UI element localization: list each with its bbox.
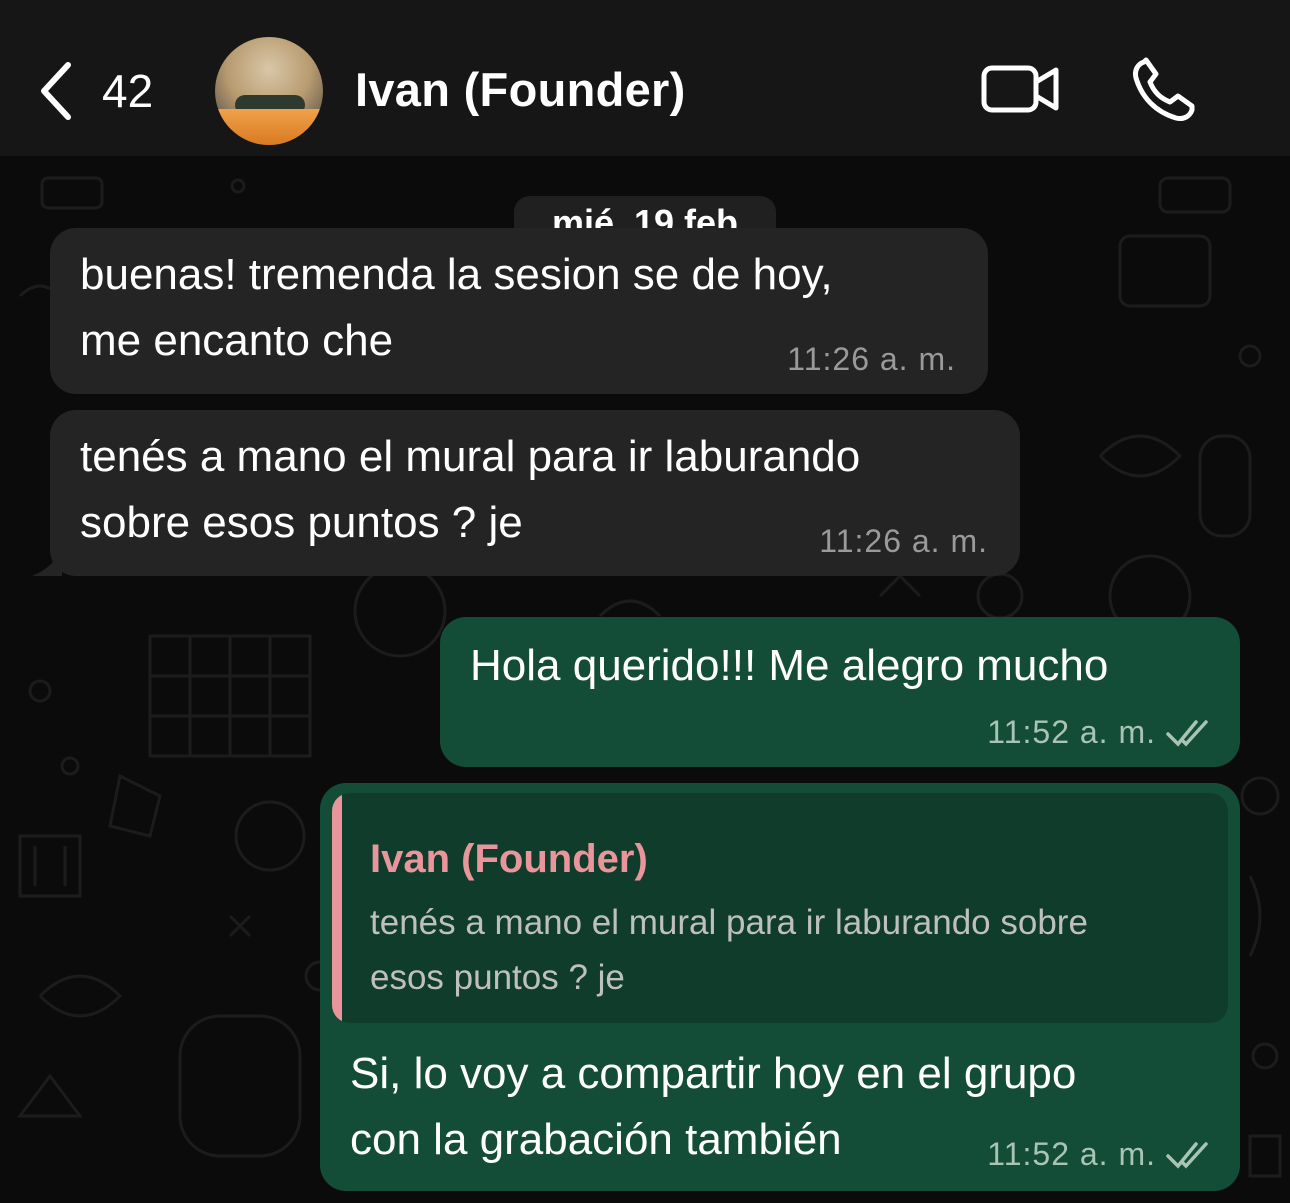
message-time-text: 11:52 a. m. (987, 714, 1156, 750)
message-bubble-incoming[interactable]: buenas! tremenda la sesion se de hoy, me… (50, 228, 988, 394)
avatar-boat (215, 109, 323, 145)
message-time-text: 11:26 a. m. (787, 341, 956, 377)
quote-accent-bar (332, 793, 342, 1023)
message-text: buenas! tremenda la sesion se de hoy, me… (80, 242, 833, 374)
message-line: buenas! tremenda la sesion se de hoy, (80, 250, 833, 299)
message-time: 11:26 a. m. (819, 523, 988, 560)
quote-line: tenés a mano el mural para ir laburando … (370, 903, 1088, 942)
message-line: tenés a mano el mural para ir laburando (80, 432, 861, 481)
reply-quote[interactable]: Ivan (Founder) tenés a mano el mural par… (332, 793, 1228, 1023)
message-bubble-outgoing[interactable]: Hola querido!!! Me alegro mucho 11:52 a.… (440, 617, 1240, 767)
message-text: Hola querido!!! Me alegro mucho (470, 633, 1108, 699)
chat-header: 42 Ivan (Founder) (0, 0, 1290, 156)
message-text: Si, lo voy a compartir hoy en el grupo c… (350, 1041, 1076, 1173)
quote-line: esos puntos ? je (370, 958, 625, 997)
message-line: con la grabación también (350, 1115, 842, 1164)
message-text: tenés a mano el mural para ir laburando … (80, 424, 860, 556)
message-line: me encanto che (80, 316, 394, 365)
message-bubble-outgoing[interactable]: Ivan (Founder) tenés a mano el mural par… (320, 783, 1240, 1191)
quote-author: Ivan (Founder) (370, 837, 648, 881)
message-bubble-incoming[interactable]: tenés a mano el mural para ir laburando … (32, 410, 1020, 576)
message-line: Hola querido!!! Me alegro mucho (470, 641, 1109, 690)
avatar[interactable] (215, 37, 323, 145)
message-time: 11:52 a. m. (987, 714, 1212, 751)
message-line: sobre esos puntos ? je (80, 498, 523, 547)
phone-icon[interactable] (1130, 56, 1196, 122)
unread-count: 42 (102, 65, 154, 117)
double-check-icon (1166, 719, 1208, 747)
chevron-left-icon (41, 62, 71, 120)
message-time-text: 11:52 a. m. (987, 1136, 1156, 1172)
contact-name[interactable]: Ivan (Founder) (355, 62, 686, 117)
message-time: 11:52 a. m. (987, 1136, 1212, 1173)
double-check-icon (1166, 1141, 1208, 1169)
quote-text: tenés a mano el mural para ir laburando … (370, 895, 1220, 1005)
message-time-text: 11:26 a. m. (819, 523, 988, 559)
chat-area[interactable]: mié, 19 feb buenas! tremenda la sesion s… (0, 156, 1290, 1203)
back-button[interactable]: 42 (36, 56, 186, 126)
bubble-tail (32, 550, 62, 576)
message-line: Si, lo voy a compartir hoy en el grupo (350, 1049, 1077, 1098)
video-camera-icon[interactable] (980, 62, 1062, 116)
message-time: 11:26 a. m. (787, 341, 956, 378)
